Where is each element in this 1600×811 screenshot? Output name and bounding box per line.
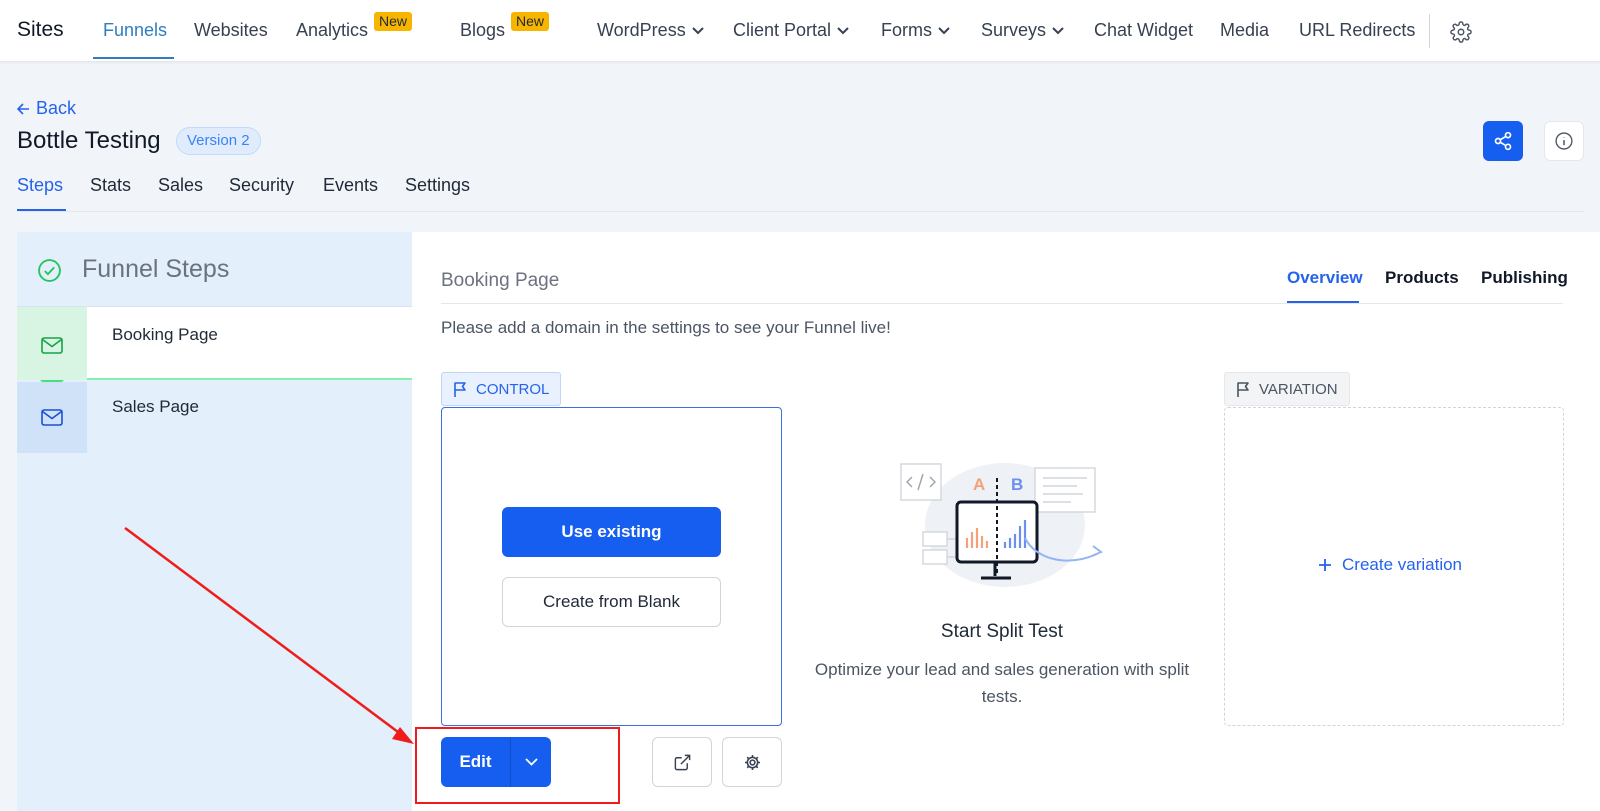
nav-item-client-portal[interactable]: Client Portal xyxy=(733,20,849,41)
nav-item-label: Surveys xyxy=(981,20,1047,40)
plus-icon xyxy=(1319,559,1331,571)
tab-overview[interactable]: Overview xyxy=(1287,268,1363,288)
back-link[interactable]: Back xyxy=(16,98,77,119)
nav-item-label: Forms xyxy=(881,20,932,40)
new-badge: New xyxy=(511,12,550,31)
tab-sales[interactable]: Sales xyxy=(158,175,203,196)
nav-active-indicator xyxy=(93,57,174,59)
arrow-left-icon xyxy=(16,103,29,115)
check-circle-icon xyxy=(38,259,61,282)
nav-item-wordpress[interactable]: WordPress xyxy=(597,20,704,41)
illustration-label-b: B xyxy=(1011,475,1023,494)
illustration-label-a: A xyxy=(973,475,985,494)
chevron-down-icon xyxy=(1052,27,1064,35)
domain-notice: Please add a domain in the settings to s… xyxy=(441,318,891,337)
version-badge: Version 2 xyxy=(176,127,261,155)
nav-divider xyxy=(1429,14,1430,48)
tab-stats[interactable]: Stats xyxy=(90,175,131,196)
top-nav: Sites Funnels Websites Analytics New Blo… xyxy=(0,0,1600,62)
tab-security[interactable]: Security xyxy=(229,175,294,196)
step-settings-button[interactable] xyxy=(722,737,782,787)
step-label: Booking Page xyxy=(112,325,218,344)
page-title: Bottle Testing xyxy=(17,127,161,154)
create-variation-label: Create variation xyxy=(1342,555,1463,574)
chevron-down-icon xyxy=(691,27,704,35)
nav-item-chat-widget[interactable]: Chat Widget xyxy=(1094,20,1193,41)
funnel-steps-title: Funnel Steps xyxy=(82,255,230,283)
flag-icon xyxy=(454,381,466,397)
tab-active-indicator xyxy=(17,209,66,211)
new-badge: New xyxy=(374,12,413,31)
nav-item-media[interactable]: Media xyxy=(1220,20,1269,41)
nav-item-forms[interactable]: Forms xyxy=(881,20,950,41)
mail-icon xyxy=(41,409,63,426)
split-test-illustration: A B xyxy=(900,463,1103,587)
tab-events[interactable]: Events xyxy=(323,175,378,196)
nav-item-analytics[interactable]: Analytics xyxy=(296,20,368,41)
tabs-divider xyxy=(17,211,1584,212)
nav-item-url-redirects[interactable]: URL Redirects xyxy=(1299,20,1415,41)
use-existing-button[interactable]: Use existing xyxy=(502,507,721,557)
variation-label: VARIATION xyxy=(1259,380,1338,398)
brand-title: Sites xyxy=(17,18,64,41)
external-link-icon xyxy=(674,754,690,770)
step-sales-page[interactable]: Sales Page xyxy=(112,397,199,417)
split-test-description: Optimize your lead and sales generation … xyxy=(814,660,1190,706)
tab-steps[interactable]: Steps xyxy=(17,175,63,196)
nav-item-surveys[interactable]: Surveys xyxy=(981,20,1064,41)
info-icon xyxy=(1555,132,1573,150)
nav-item-label: WordPress xyxy=(597,20,686,40)
flag-icon xyxy=(1237,381,1249,397)
create-from-blank-button[interactable]: Create from Blank xyxy=(502,577,721,627)
share-button[interactable] xyxy=(1483,121,1523,161)
open-external-button[interactable] xyxy=(652,737,712,787)
info-button[interactable] xyxy=(1544,121,1584,161)
tab-products[interactable]: Products xyxy=(1385,268,1459,288)
nav-item-websites[interactable]: Websites xyxy=(194,20,268,41)
gear-icon xyxy=(744,754,760,770)
step-title: Booking Page xyxy=(441,270,560,291)
chevron-down-icon xyxy=(938,27,950,35)
variation-badge: VARIATION xyxy=(1224,372,1350,406)
control-badge: CONTROL xyxy=(441,372,562,406)
back-label: Back xyxy=(36,98,77,118)
create-variation-button[interactable]: Create variation xyxy=(1318,555,1462,575)
gear-icon[interactable] xyxy=(1450,21,1472,43)
step-tabs-divider xyxy=(441,303,1563,304)
tab-publishing[interactable]: Publishing xyxy=(1481,268,1568,288)
split-test-title: Start Split Test xyxy=(940,621,1064,642)
share-icon xyxy=(1494,131,1512,151)
control-label: CONTROL xyxy=(476,380,550,398)
annotation-highlight-box xyxy=(415,727,620,804)
control-card xyxy=(441,407,782,726)
tab-settings[interactable]: Settings xyxy=(405,175,470,196)
nav-item-blogs[interactable]: Blogs xyxy=(460,20,505,41)
mail-icon xyxy=(41,337,63,354)
nav-item-funnels[interactable]: Funnels xyxy=(103,20,167,41)
nav-item-label: Client Portal xyxy=(733,20,832,40)
step-tab-active-indicator xyxy=(1287,301,1359,303)
chevron-down-icon xyxy=(837,27,849,35)
